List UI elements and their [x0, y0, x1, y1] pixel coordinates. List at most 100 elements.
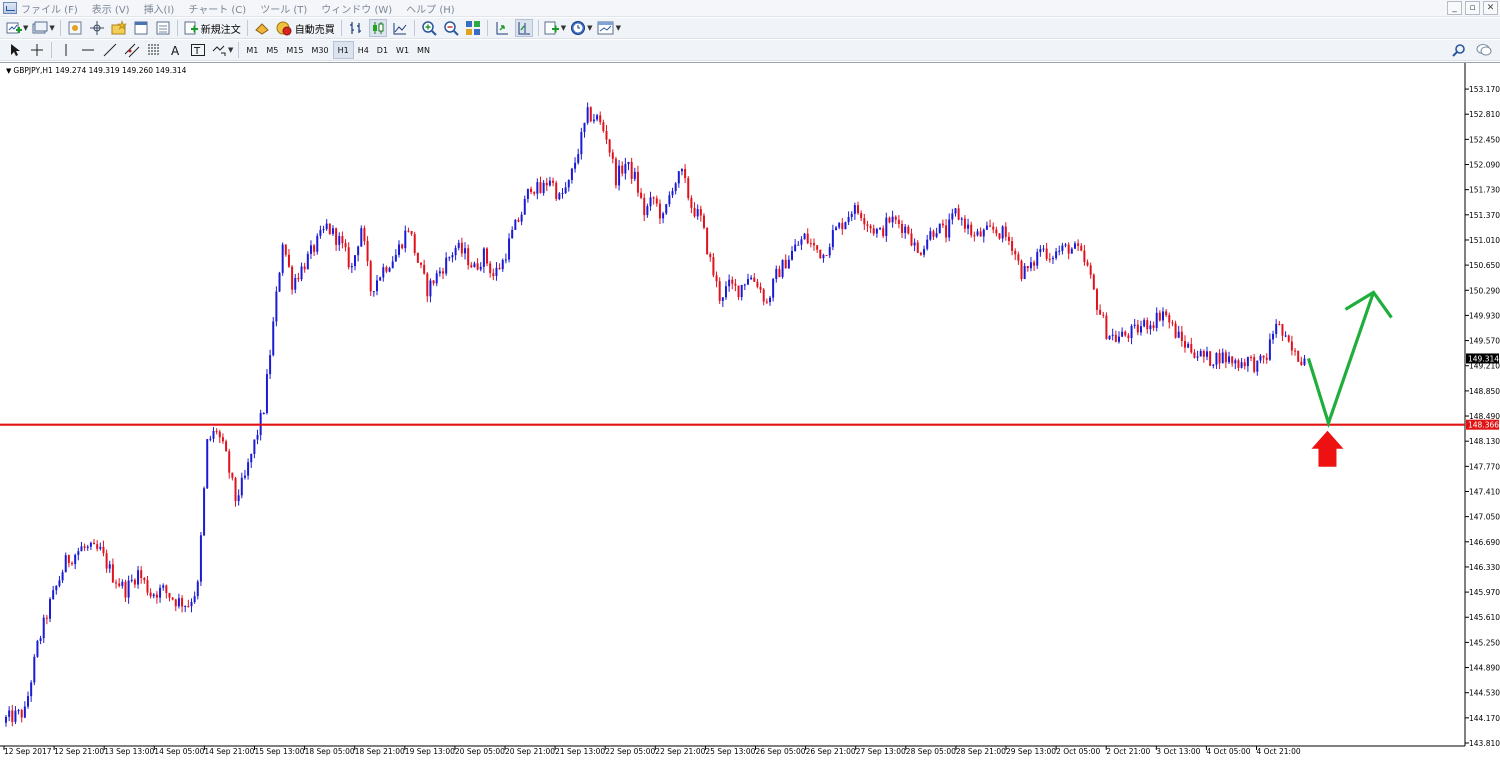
timeframe-m15[interactable]: M15 — [282, 41, 307, 59]
auto-trading-button[interactable]: 自動売買 — [273, 19, 338, 37]
terminal-button[interactable] — [132, 19, 150, 37]
search-icon[interactable] — [1452, 43, 1466, 57]
candle-bear — [819, 249, 822, 259]
text-label-button[interactable]: T — [189, 41, 207, 59]
menu-insert[interactable]: 挿入(I) — [144, 1, 175, 16]
time-tick-label: 21 Sep 13:00 — [555, 747, 605, 756]
line-chart-button[interactable] — [391, 19, 409, 37]
candle-bull — [772, 279, 775, 298]
new-order-button[interactable]: 新規注文 — [181, 19, 244, 37]
data-window-button[interactable] — [110, 19, 128, 37]
candle-bull — [130, 579, 133, 581]
new-chart-button[interactable]: ▼ — [6, 19, 28, 37]
zoom-in-button[interactable] — [420, 19, 438, 37]
candle-bear — [366, 241, 369, 262]
folder-star-icon — [111, 20, 127, 35]
price-tick-label: 151.010 — [1469, 236, 1500, 245]
line-chart-icon — [393, 23, 407, 35]
price-chart[interactable]: 148.366 153.170 152.810 152.450 152.090 151.… — [0, 63, 1500, 763]
arrows-button[interactable]: ▼ — [211, 41, 233, 59]
candle-bull — [353, 255, 356, 267]
time-tick-label: 22 Sep 21:00 — [655, 747, 705, 756]
menu-tools[interactable]: ツール (T) — [260, 1, 307, 16]
candle-bull — [209, 438, 212, 440]
profiles-button[interactable]: ▼ — [32, 19, 55, 37]
candle-bear — [762, 289, 765, 302]
indicators-button[interactable]: ▼ — [544, 19, 566, 37]
candle-bull — [797, 244, 800, 246]
candle-bear — [297, 277, 300, 280]
candle-bull — [322, 229, 325, 231]
price-tick-label: 144.530 — [1469, 689, 1500, 698]
market-watch-button[interactable] — [66, 19, 84, 37]
candlestick-chart-button[interactable] — [368, 19, 387, 37]
candle-bull — [108, 564, 111, 569]
timeframe-m1[interactable]: M1 — [242, 41, 262, 59]
timeframe-mn[interactable]: MN — [413, 41, 434, 59]
candle-bull — [300, 266, 303, 280]
crosshair-move-icon — [89, 21, 104, 35]
candle-bull — [5, 716, 7, 723]
menu-help[interactable]: ヘルプ (H) — [406, 1, 455, 16]
time-tick-label: 15 Sep 13:00 — [255, 747, 305, 756]
candle-bull — [14, 710, 17, 722]
candle-bull — [445, 257, 448, 274]
timeframe-d1[interactable]: D1 — [373, 41, 392, 59]
candle-bear — [228, 451, 231, 473]
candle-bull — [948, 219, 951, 238]
candle-bull — [404, 230, 407, 249]
candle-bull — [319, 229, 322, 236]
menu-window[interactable]: ウィンドウ (W) — [321, 1, 392, 16]
text-button[interactable]: A — [167, 41, 185, 59]
candle-bear — [916, 242, 919, 253]
periodicity-button[interactable]: ▼ — [570, 19, 593, 37]
minimize-button[interactable]: _ — [1447, 1, 1462, 15]
timeframe-m5[interactable]: M5 — [262, 41, 282, 59]
candle-bull — [674, 183, 677, 192]
trendline-button[interactable] — [101, 41, 119, 59]
candle-bear — [498, 267, 501, 270]
horizontal-line-button[interactable] — [79, 41, 97, 59]
tile-windows-button[interactable] — [464, 19, 482, 37]
chart-window[interactable]: 148.366 153.170 152.810 152.450 152.090 151.… — [0, 62, 1500, 763]
candle-bull — [1272, 333, 1275, 340]
restore-button[interactable]: ▫ — [1465, 1, 1480, 15]
equidistant-channel-button[interactable] — [123, 41, 141, 59]
strategy-tester-button[interactable] — [154, 19, 172, 37]
bar-chart-button[interactable] — [347, 19, 365, 37]
candle-bull — [523, 198, 526, 215]
templates-button[interactable]: ▼ — [597, 19, 621, 37]
fibonacci-button[interactable] — [145, 41, 163, 59]
editor-icon — [254, 23, 269, 35]
vertical-line-button[interactable] — [57, 41, 75, 59]
menu-file[interactable]: ファイル (F) — [21, 1, 78, 16]
navigator-button[interactable] — [88, 19, 106, 37]
metaeditor-button[interactable] — [253, 19, 271, 37]
candle-bull — [828, 247, 831, 256]
candle-bull — [306, 253, 309, 270]
menu-chart[interactable]: チャート (C) — [188, 1, 246, 16]
candle-bull — [394, 254, 397, 262]
candle-bear — [140, 570, 143, 578]
candle-bull — [375, 280, 378, 292]
candle-bull — [844, 222, 847, 230]
autoscroll-button[interactable] — [493, 19, 511, 37]
timeframe-h1[interactable]: H1 — [332, 41, 354, 59]
cursor-button[interactable] — [6, 41, 24, 59]
menu-view[interactable]: 表示 (V) — [92, 1, 130, 16]
timeframe-m30[interactable]: M30 — [307, 41, 332, 59]
candle-bull — [269, 355, 272, 375]
zoom-out-button[interactable] — [442, 19, 460, 37]
chart-shift-button[interactable] — [514, 19, 533, 37]
candle-bull — [1133, 324, 1136, 326]
close-button[interactable]: ✕ — [1483, 1, 1498, 15]
time-tick-label: 18 Sep 05:00 — [305, 747, 355, 756]
timeframe-w1[interactable]: W1 — [392, 41, 413, 59]
crosshair-button[interactable] — [28, 41, 46, 59]
candle-bear — [957, 208, 960, 220]
candle-bull — [985, 225, 988, 230]
price-tick-label: 149.930 — [1469, 311, 1500, 320]
candle-bear — [1114, 334, 1117, 342]
timeframe-h4[interactable]: H4 — [354, 41, 373, 59]
chat-icon[interactable] — [1476, 43, 1492, 57]
